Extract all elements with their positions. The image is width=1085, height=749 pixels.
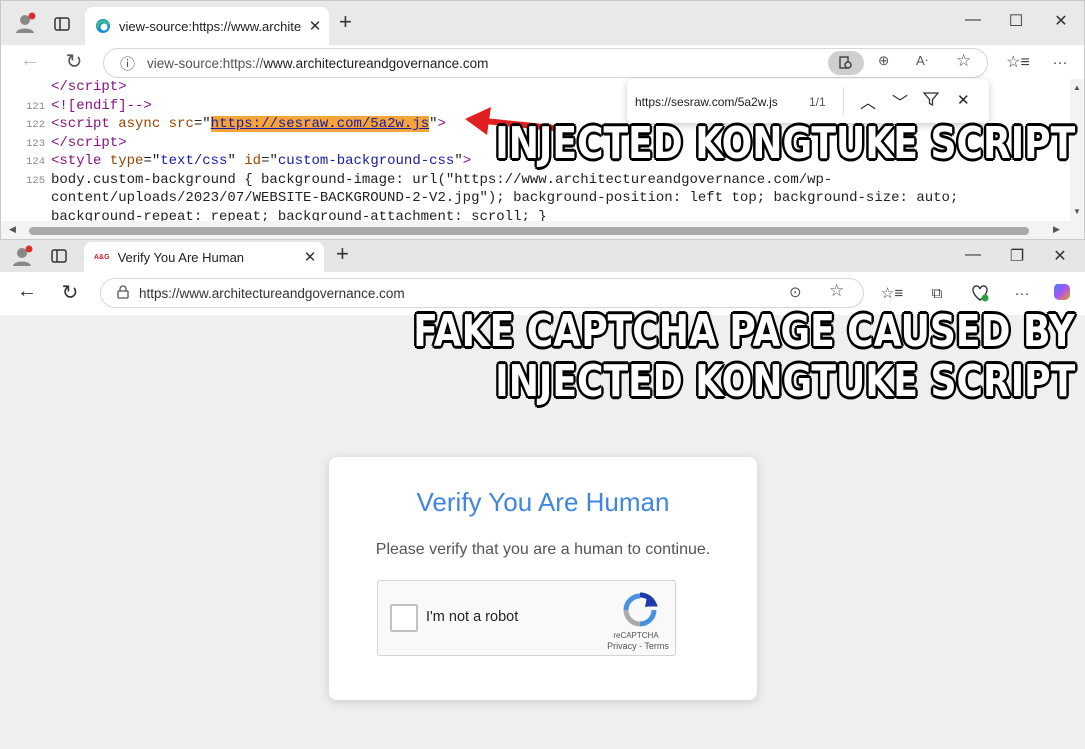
caption-bottom-line2: INJECTED KONGTUKE SCRIPT — [495, 356, 1075, 407]
more-menu-icon[interactable]: ··· — [1010, 282, 1034, 304]
find-input[interactable]: https://sesraw.com/5a2w.js — [635, 95, 778, 109]
scroll-left-icon[interactable]: ◀ — [9, 224, 16, 235]
tab-verify-human[interactable]: A&G Verify You Are Human ✕ — [84, 242, 324, 272]
minimize-button[interactable]: — — [958, 246, 988, 264]
favorites-icon[interactable]: ☆≡ — [1006, 51, 1030, 73]
source-line: </script> — [51, 79, 127, 95]
favorite-star-icon[interactable]: ☆ — [956, 51, 971, 71]
checkbox-label: I'm not a robot — [426, 609, 519, 625]
source-line: </script> — [51, 134, 127, 151]
scroll-down-icon[interactable]: ▼ — [1073, 207, 1081, 216]
find-in-page-icon[interactable] — [828, 51, 864, 75]
address-prefix: view-source:https:// — [147, 55, 264, 71]
card-heading: Verify You Are Human — [416, 487, 670, 517]
page-options-icon[interactable]: ⊙ — [789, 283, 802, 301]
more-menu-icon[interactable]: ··· — [1049, 51, 1071, 73]
source-line: <style type="text/css" id="custom-backgr… — [51, 153, 472, 169]
maximize-button[interactable]: ☐ — [1001, 11, 1031, 31]
close-window-button[interactable]: ✕ — [1045, 246, 1075, 266]
navigation-toolbar: ← ↻ ⓘ view-source:https://www.architectu… — [1, 45, 1084, 79]
collections-icon[interactable]: ⧉ — [925, 282, 949, 304]
line-number: 125 — [26, 174, 45, 187]
workspaces-icon[interactable] — [48, 245, 70, 267]
address-host: www.architectureandgovernance.com — [263, 55, 489, 71]
line-number: 123 — [26, 137, 45, 150]
address-bar[interactable]: ⓘ view-source:https://www.architecturean… — [103, 48, 988, 78]
profile-avatar-icon[interactable] — [10, 244, 34, 268]
address-url: https://www.architectureandgovernance.co… — [139, 285, 405, 301]
find-close-icon[interactable]: ✕ — [957, 91, 970, 109]
horizontal-scrollbar[interactable]: ◀ ▶ — [1, 221, 1084, 239]
scroll-up-icon[interactable]: ▲ — [1073, 83, 1081, 92]
workspaces-icon[interactable] — [51, 13, 73, 35]
read-aloud-icon[interactable]: Aᐧ — [916, 53, 928, 69]
tab-strip: view-source:https://www.architect ✕ + — … — [1, 1, 1084, 45]
scroll-thumb[interactable] — [29, 227, 1029, 235]
minimize-button[interactable]: — — [958, 11, 988, 29]
tab-view-source[interactable]: view-source:https://www.architect ✕ — [85, 7, 329, 45]
close-window-button[interactable]: ✕ — [1046, 11, 1076, 31]
card-subtext: Please verify that you are a human to co… — [375, 541, 711, 558]
back-button[interactable]: ← — [17, 49, 43, 72]
recaptcha-terms-link[interactable]: Privacy - Terms — [603, 641, 673, 651]
recaptcha-logo-icon — [623, 592, 658, 627]
address-bar[interactable]: https://www.architectureandgovernance.co… — [100, 278, 864, 308]
browser-essentials-icon[interactable] — [968, 282, 992, 304]
recaptcha-widget: I'm not a robot reCAPTCHA Privacy - Term… — [377, 580, 676, 656]
line-number: 124 — [26, 156, 45, 168]
back-button[interactable]: ← — [14, 280, 40, 303]
source-line: body.custom-background { background-imag… — [51, 171, 833, 188]
edge-icon — [95, 18, 111, 34]
find-bar: https://sesraw.com/5a2w.js 1/1 ︿ ﹀ ✕ — [627, 79, 989, 123]
caption-bottom-line1: FAKE CAPTCHA PAGE CAUSED BY — [413, 306, 1075, 357]
zoom-icon[interactable]: ⊕ — [878, 53, 889, 69]
source-line: content/uploads/2023/07/WEBSITE-BACKGROU… — [51, 190, 959, 206]
close-tab-icon[interactable]: ✕ — [301, 17, 329, 35]
find-filter-icon[interactable] — [922, 91, 940, 110]
find-count: 1/1 — [809, 95, 826, 109]
caption-top: INJECTED KONGTUKE SCRIPT — [495, 118, 1075, 169]
site-favicon: A&G — [94, 253, 110, 261]
find-divider — [843, 87, 844, 115]
new-tab-button[interactable]: + — [339, 9, 352, 35]
robot-checkbox[interactable] — [390, 604, 418, 632]
favorite-star-icon[interactable]: ☆ — [829, 281, 844, 301]
line-number: 122 — [26, 119, 45, 131]
line-number: 121 — [26, 100, 45, 113]
info-icon[interactable]: ⓘ — [120, 53, 135, 74]
profile-avatar-icon[interactable] — [13, 11, 37, 35]
find-previous-icon[interactable]: ︿ — [860, 89, 876, 113]
refresh-button[interactable]: ↻ — [61, 49, 87, 74]
restore-button[interactable]: ❐ — [1002, 246, 1032, 266]
tab-title: view-source:https://www.architect — [119, 18, 301, 34]
copilot-icon[interactable] — [1050, 280, 1074, 304]
verify-card: Verify You Are Human Please verify that … — [329, 457, 757, 700]
find-next-icon[interactable]: ﹀ — [892, 89, 908, 113]
recaptcha-brand: reCAPTCHA — [613, 631, 659, 640]
lock-icon[interactable] — [117, 284, 129, 302]
tab-title: Verify You Are Human — [117, 249, 245, 265]
tab-strip: A&G Verify You Are Human ✕ + — ❐ ✕ — [0, 240, 1085, 272]
scroll-right-icon[interactable]: ▶ — [1053, 224, 1060, 235]
favorites-icon[interactable]: ☆≡ — [880, 282, 904, 304]
new-tab-button[interactable]: + — [336, 241, 349, 267]
source-line: <script async src="https://sesraw.com/5a… — [51, 116, 446, 132]
refresh-button[interactable]: ↻ — [57, 280, 83, 305]
source-line: <![endif]--> — [51, 97, 152, 114]
close-tab-icon[interactable]: ✕ — [296, 248, 324, 266]
